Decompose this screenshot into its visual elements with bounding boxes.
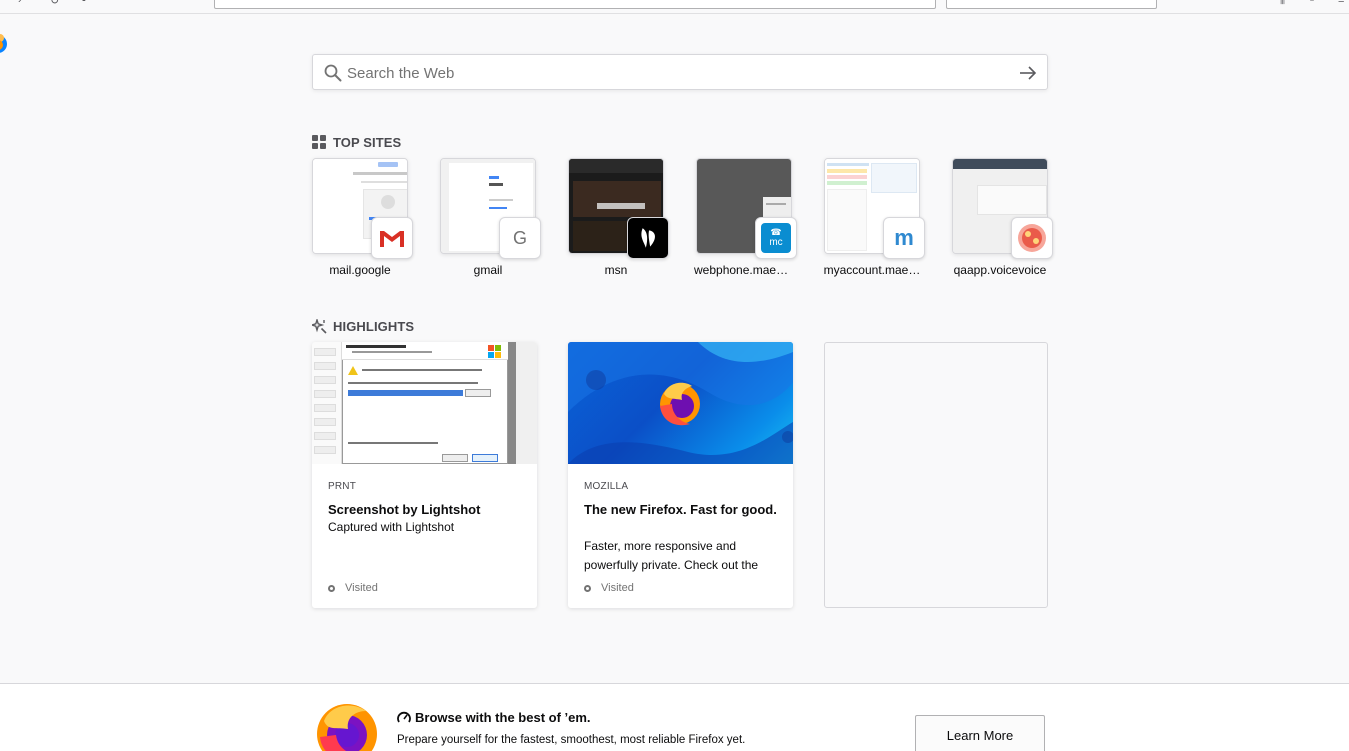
- home-icon[interactable]: ▪: [82, 0, 92, 6]
- library-icon[interactable]: ⫼: [1280, 0, 1290, 6]
- highlights-header[interactable]: HIGHLIGHTS: [312, 318, 414, 334]
- tile-label: webphone.maes…: [694, 263, 794, 277]
- visited-icon: [328, 584, 335, 592]
- highlights-sparkle-icon: [312, 318, 327, 334]
- snippet-banner: Browse with the best of ’em. Prepare you…: [0, 683, 1349, 751]
- menu-icon[interactable]: ≡: [1338, 0, 1348, 6]
- tile-thumbnail: ☎ mc: [696, 158, 797, 259]
- tile-label: myaccount.mae…: [823, 263, 921, 277]
- top-sites-grid: mail.google G gmail msn ☎ mc webphone.ma…: [312, 158, 1053, 283]
- tile-label: qaapp.voicevoice: [953, 263, 1047, 277]
- card-context-label: Visited: [345, 582, 378, 594]
- card-host: MOZILLA: [584, 481, 629, 492]
- browser-toolbar: › ↻ ▪ ⫼ ▫ ≡: [0, 0, 1349, 14]
- reload-icon[interactable]: ↻: [50, 0, 60, 7]
- gmail-icon: [371, 217, 413, 259]
- top-site-tile[interactable]: qaapp.voicevoice: [952, 158, 1053, 277]
- top-site-tile[interactable]: m myaccount.mae…: [823, 158, 925, 277]
- tile-thumbnail: [568, 158, 669, 259]
- top-site-tile[interactable]: G gmail: [440, 158, 541, 277]
- web-search-box: [312, 54, 1048, 90]
- top-site-tile[interactable]: ☎ mc webphone.maes…: [694, 158, 797, 277]
- card-context: Visited: [328, 582, 378, 594]
- voicevoice-icon: [1011, 217, 1053, 259]
- learn-more-button[interactable]: Learn More: [915, 715, 1045, 751]
- firefox-wave-graphic: [568, 342, 793, 464]
- url-bar[interactable]: [214, 0, 936, 9]
- card-preview-image: [568, 342, 793, 464]
- top-sites-title: TOP SITES: [333, 134, 402, 150]
- grid-icon: [312, 134, 326, 149]
- highlight-card[interactable]: PRNT Screenshot by Lightshot Captured wi…: [312, 342, 537, 608]
- card-context-label: Visited: [601, 582, 634, 594]
- firefox-corner-logo: [0, 34, 7, 53]
- card-title: The new Firefox. Fast for good.: [584, 502, 777, 517]
- forward-icon[interactable]: ›: [18, 0, 28, 6]
- speedometer-icon: [397, 711, 411, 722]
- google-letter-icon: G: [499, 217, 541, 259]
- snippet-text: Prepare yourself for the fastest, smooth…: [397, 734, 746, 746]
- card-description: Captured with Lightshot: [328, 520, 455, 534]
- snippet-title: Browse with the best of ’em.: [397, 710, 591, 725]
- card-title: Screenshot by Lightshot: [328, 502, 481, 517]
- tile-label: mail.google: [329, 263, 391, 277]
- top-site-tile[interactable]: mail.google: [312, 158, 413, 277]
- search-input[interactable]: [347, 62, 1007, 84]
- top-site-tile[interactable]: msn: [568, 158, 669, 277]
- top-sites-header[interactable]: TOP SITES: [312, 134, 401, 150]
- tile-thumbnail: [952, 158, 1053, 259]
- arrow-right-icon: [1020, 66, 1037, 80]
- visited-icon: [584, 584, 591, 592]
- search-go-button[interactable]: [1017, 62, 1039, 84]
- tile-label: gmail: [473, 263, 503, 277]
- tile-label: msn: [604, 263, 628, 277]
- highlight-card[interactable]: MOZILLA The new Firefox. Fast for good. …: [568, 342, 793, 608]
- card-preview-image: [312, 342, 537, 464]
- highlights-title: HIGHLIGHTS: [333, 318, 415, 334]
- windows-logo-icon: [488, 345, 501, 358]
- tile-thumbnail: G: [440, 158, 541, 259]
- tile-thumbnail: m: [824, 158, 925, 259]
- mc-phone-icon: ☎ mc: [755, 217, 797, 259]
- msn-butterfly-icon: [627, 217, 669, 259]
- card-context: Visited: [584, 582, 634, 594]
- m-logo-icon: m: [883, 217, 925, 259]
- search-icon: [324, 64, 342, 82]
- snippet-title-text: Browse with the best of ’em.: [415, 710, 591, 725]
- card-description: Faster, more responsive and powerfully p…: [584, 539, 759, 572]
- firefox-logo-icon: [317, 704, 377, 751]
- card-host: PRNT: [328, 481, 357, 492]
- toolbar-search-bar[interactable]: [946, 0, 1157, 9]
- tile-thumbnail: [312, 158, 413, 259]
- sidebar-icon[interactable]: ▫: [1310, 0, 1320, 6]
- empty-highlight-placeholder: [824, 342, 1048, 608]
